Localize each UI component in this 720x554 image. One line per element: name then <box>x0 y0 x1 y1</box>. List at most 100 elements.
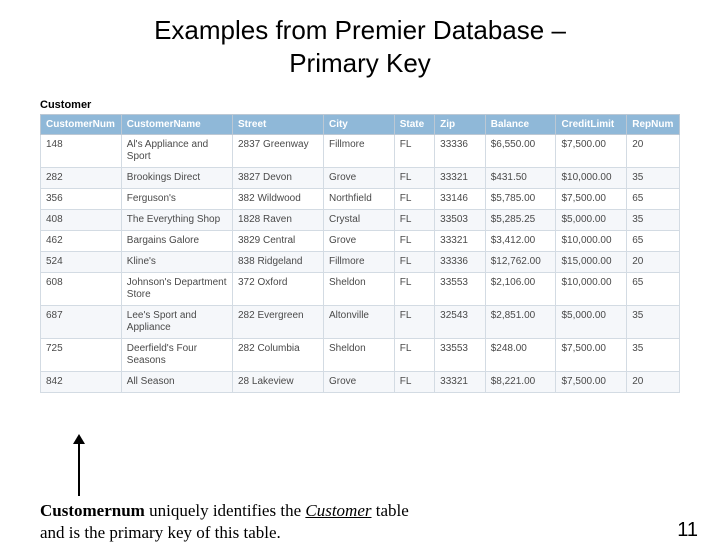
table-row: 408The Everything Shop1828 RavenCrystalF… <box>41 210 680 231</box>
cell-rep: 35 <box>627 339 680 372</box>
cell-name: Lee's Sport and Appliance <box>121 306 232 339</box>
table-row: 148Al's Appliance and Sport2837 Greenway… <box>41 135 680 168</box>
cell-state: FL <box>394 339 434 372</box>
cell-rep: 35 <box>627 210 680 231</box>
table-row: 608Johnson's Department Store372 OxfordS… <box>41 273 680 306</box>
cell-state: FL <box>394 306 434 339</box>
cell-zip: 33321 <box>435 372 486 393</box>
cell-name: Brookings Direct <box>121 168 232 189</box>
cell-credit: $7,500.00 <box>556 189 627 210</box>
caption-mid: uniquely identifies the <box>145 501 306 520</box>
cell-name: Johnson's Department Store <box>121 273 232 306</box>
cell-num: 687 <box>41 306 122 339</box>
cell-name: Ferguson's <box>121 189 232 210</box>
cell-street: 282 Columbia <box>232 339 323 372</box>
cell-street: 372 Oxford <box>232 273 323 306</box>
cell-credit: $15,000.00 <box>556 252 627 273</box>
cell-street: 28 Lakeview <box>232 372 323 393</box>
col-street: Street <box>232 115 323 135</box>
cell-state: FL <box>394 252 434 273</box>
cell-num: 356 <box>41 189 122 210</box>
col-customernum: CustomerNum <box>41 115 122 135</box>
cell-city: Sheldon <box>323 273 394 306</box>
cell-name: The Everything Shop <box>121 210 232 231</box>
cell-balance: $2,106.00 <box>485 273 556 306</box>
cell-num: 282 <box>41 168 122 189</box>
cell-rep: 65 <box>627 273 680 306</box>
cell-zip: 33503 <box>435 210 486 231</box>
table-row: 356Ferguson's382 WildwoodNorthfieldFL331… <box>41 189 680 210</box>
table-row: 725Deerfield's Four Seasons282 ColumbiaS… <box>41 339 680 372</box>
cell-city: Fillmore <box>323 135 394 168</box>
cell-balance: $5,285.25 <box>485 210 556 231</box>
cell-credit: $10,000.00 <box>556 231 627 252</box>
page-number: 11 <box>677 519 698 542</box>
title-line1: Examples from Premier Database – <box>154 15 566 45</box>
col-customername: CustomerName <box>121 115 232 135</box>
col-balance: Balance <box>485 115 556 135</box>
cell-street: 3827 Devon <box>232 168 323 189</box>
cell-balance: $12,762.00 <box>485 252 556 273</box>
cell-city: Altonville <box>323 306 394 339</box>
cell-state: FL <box>394 372 434 393</box>
cell-state: FL <box>394 273 434 306</box>
col-state: State <box>394 115 434 135</box>
table-row: 842All Season28 LakeviewGroveFL33321$8,2… <box>41 372 680 393</box>
cell-num: 725 <box>41 339 122 372</box>
cell-zip: 33336 <box>435 252 486 273</box>
table-header-row: CustomerNum CustomerName Street City Sta… <box>41 115 680 135</box>
cell-balance: $3,412.00 <box>485 231 556 252</box>
cell-balance: $5,785.00 <box>485 189 556 210</box>
caption-end2: and is the primary key of this table. <box>40 523 281 542</box>
cell-street: 1828 Raven <box>232 210 323 231</box>
cell-city: Grove <box>323 231 394 252</box>
cell-city: Grove <box>323 372 394 393</box>
cell-name: Bargains Galore <box>121 231 232 252</box>
cell-state: FL <box>394 231 434 252</box>
col-repnum: RepNum <box>627 115 680 135</box>
cell-city: Grove <box>323 168 394 189</box>
table-row: 462Bargains Galore3829 CentralGroveFL333… <box>41 231 680 252</box>
cell-balance: $8,221.00 <box>485 372 556 393</box>
cell-num: 842 <box>41 372 122 393</box>
cell-street: 838 Ridgeland <box>232 252 323 273</box>
arrow-icon <box>72 434 86 498</box>
cell-zip: 33146 <box>435 189 486 210</box>
cell-credit: $10,000.00 <box>556 273 627 306</box>
cell-state: FL <box>394 168 434 189</box>
col-zip: Zip <box>435 115 486 135</box>
table-row: 282Brookings Direct3827 DevonGroveFL3332… <box>41 168 680 189</box>
cell-num: 608 <box>41 273 122 306</box>
cell-rep: 20 <box>627 135 680 168</box>
cell-num: 462 <box>41 231 122 252</box>
table-row: 687Lee's Sport and Appliance282 Evergree… <box>41 306 680 339</box>
table-name-label: Customer <box>40 99 720 111</box>
cell-city: Northfield <box>323 189 394 210</box>
cell-rep: 35 <box>627 168 680 189</box>
cell-rep: 65 <box>627 189 680 210</box>
cell-credit: $5,000.00 <box>556 306 627 339</box>
cell-zip: 33553 <box>435 273 486 306</box>
cell-state: FL <box>394 135 434 168</box>
cell-city: Sheldon <box>323 339 394 372</box>
cell-credit: $10,000.00 <box>556 168 627 189</box>
slide-title: Examples from Premier Database – Primary… <box>0 14 720 79</box>
col-city: City <box>323 115 394 135</box>
cell-num: 408 <box>41 210 122 231</box>
col-creditlimit: CreditLimit <box>556 115 627 135</box>
cell-street: 2837 Greenway <box>232 135 323 168</box>
cell-credit: $5,000.00 <box>556 210 627 231</box>
cell-rep: 35 <box>627 306 680 339</box>
caption-keyword-customer: Customer <box>305 501 371 520</box>
cell-zip: 33336 <box>435 135 486 168</box>
cell-city: Fillmore <box>323 252 394 273</box>
cell-zip: 33321 <box>435 231 486 252</box>
cell-num: 524 <box>41 252 122 273</box>
cell-balance: $248.00 <box>485 339 556 372</box>
cell-city: Crystal <box>323 210 394 231</box>
caption-end1: table <box>372 501 409 520</box>
cell-rep: 20 <box>627 372 680 393</box>
cell-name: Kline's <box>121 252 232 273</box>
cell-credit: $7,500.00 <box>556 339 627 372</box>
cell-zip: 33321 <box>435 168 486 189</box>
